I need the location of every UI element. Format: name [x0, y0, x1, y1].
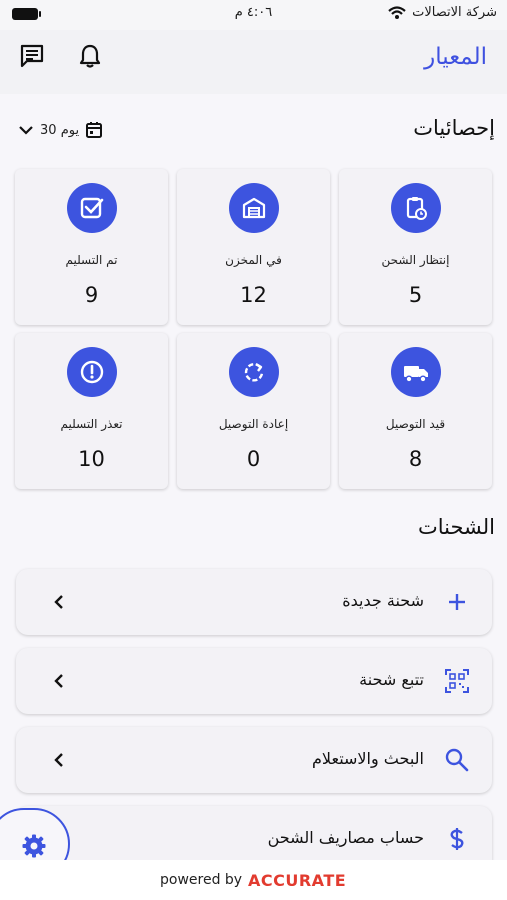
accurate-logo: ACCURATE [248, 871, 347, 890]
chat-icon[interactable] [18, 42, 46, 70]
search-icon [445, 748, 469, 772]
dollar-icon [450, 828, 464, 850]
chevron-left-icon [54, 674, 63, 688]
status-bar: ٤:٠٦ م شركة الاتصالات [0, 0, 507, 30]
row-label: البحث والاستعلام [312, 749, 424, 768]
stat-label: في المخزن [225, 253, 282, 267]
battery-icon [12, 8, 41, 20]
stat-card-delivered[interactable]: تم التسليم 9 [15, 169, 168, 325]
status-time: ٤:٠٦ م [234, 5, 273, 20]
redo-icon [228, 347, 279, 397]
stat-value: 9 [84, 283, 99, 307]
stat-value: 10 [78, 447, 105, 471]
stat-card-awaiting-shipment[interactable]: إنتظار الشحن 5 [339, 169, 492, 325]
stat-label: إنتظار الشحن [381, 253, 450, 267]
stat-label: تعذر التسليم [60, 417, 123, 431]
footer: powered by ACCURATE [0, 860, 507, 900]
shipments-title: الشحنات [417, 515, 495, 539]
truck-icon [390, 347, 441, 397]
stat-card-in-warehouse[interactable]: في المخزن 12 [177, 169, 330, 325]
check-box-icon [66, 183, 117, 233]
powered-by-text: powered by [160, 872, 243, 888]
calendar-icon [86, 122, 103, 138]
stat-value: 8 [408, 447, 423, 471]
stat-label: قيد التوصيل [385, 417, 446, 431]
track-shipment-button[interactable]: تتبع شحنة [16, 648, 492, 714]
stat-label: إعادة التوصيل [218, 417, 289, 431]
chevron-down-icon [19, 126, 33, 135]
stat-label: تم التسليم [65, 253, 118, 267]
stats-title: إحصائيات [413, 116, 495, 140]
brand-title: المعيار [424, 44, 487, 70]
bell-icon[interactable] [76, 42, 104, 70]
stat-card-failed-delivery[interactable]: تعذر التسليم 10 [15, 333, 168, 489]
gear-icon [22, 834, 46, 858]
stat-card-out-for-delivery[interactable]: قيد التوصيل 8 [339, 333, 492, 489]
period-label: 30 يوم [40, 122, 80, 138]
stat-value: 0 [246, 447, 261, 471]
row-label: تتبع شحنة [359, 670, 424, 689]
carrier-name: شركة الاتصالات [412, 5, 497, 20]
row-label: شحنة جديدة [342, 591, 424, 610]
warehouse-icon [228, 183, 279, 233]
stat-value: 12 [240, 283, 267, 307]
new-shipment-button[interactable]: شحنة جديدة [16, 569, 492, 635]
chevron-left-icon [54, 753, 63, 767]
period-selector[interactable]: 30 يوم [18, 119, 103, 141]
qr-scan-icon [445, 669, 469, 693]
row-label: حساب مصاريف الشحن [267, 828, 424, 847]
wifi-icon [388, 6, 406, 19]
alert-icon [66, 347, 117, 397]
app-bar: المعيار [0, 30, 507, 94]
clipboard-clock-icon [390, 183, 441, 233]
chevron-left-icon [54, 595, 63, 609]
search-inquiry-button[interactable]: البحث والاستعلام [16, 727, 492, 793]
stat-card-redelivery[interactable]: إعادة التوصيل 0 [177, 333, 330, 489]
plus-icon [449, 594, 465, 610]
stat-value: 5 [408, 283, 423, 307]
